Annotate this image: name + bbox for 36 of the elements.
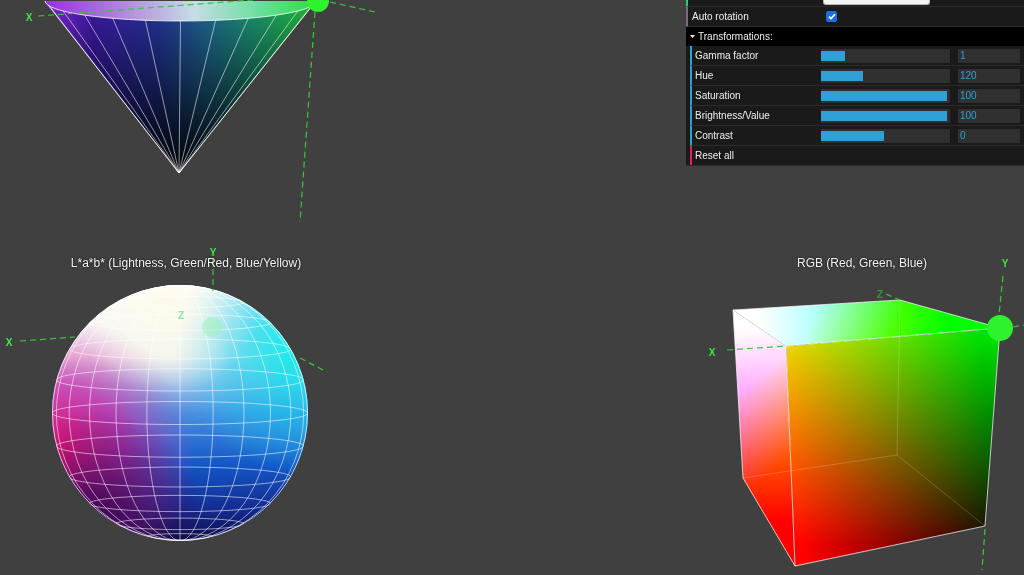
checkmark-icon (827, 13, 836, 20)
axis-line (981, 528, 986, 571)
axis-label: Y (1001, 258, 1009, 269)
axis-label: X (25, 12, 33, 23)
number-field[interactable]: 1 (958, 48, 1020, 63)
setting-label: Brightness/Value (695, 110, 770, 121)
axis-line (19, 336, 76, 342)
view-title: L*a*b* (Lightness, Green/Red, Blue/Yellow) (70, 256, 302, 271)
point-marker-icon (307, 0, 329, 12)
axis-label: X (5, 337, 13, 348)
axis-line (1012, 324, 1024, 328)
number-field[interactable]: 100 (958, 108, 1020, 123)
setting-label: Hue (695, 70, 714, 81)
number-field[interactable]: 100 (958, 88, 1020, 103)
point-marker-icon (987, 315, 1013, 341)
setting-label: Auto rotation (692, 11, 749, 22)
setting-label: Contrast (695, 130, 733, 141)
slider-track[interactable] (821, 68, 950, 83)
axis-label: Z (876, 289, 884, 300)
axis-line (885, 293, 901, 301)
setting-label: Saturation (695, 90, 741, 101)
dropdown-field[interactable] (823, 0, 930, 5)
slider-track[interactable] (821, 128, 950, 143)
axis-line (329, 1, 376, 13)
number-field[interactable]: 120 (958, 68, 1020, 83)
folder-header[interactable]: Transformations: (686, 27, 1024, 46)
slider-track[interactable] (821, 48, 950, 63)
point-marker-icon (202, 317, 222, 337)
setting-label: Gamma factor (695, 50, 759, 61)
axis-label: Y (209, 247, 217, 258)
axis-label: Z (177, 310, 185, 321)
number-field[interactable]: 0 (958, 128, 1020, 143)
axis-line (299, 357, 326, 372)
axis-label: X (708, 347, 716, 358)
view-title: RGB (Red, Green, Blue) (796, 256, 928, 271)
checkbox[interactable] (826, 11, 837, 22)
